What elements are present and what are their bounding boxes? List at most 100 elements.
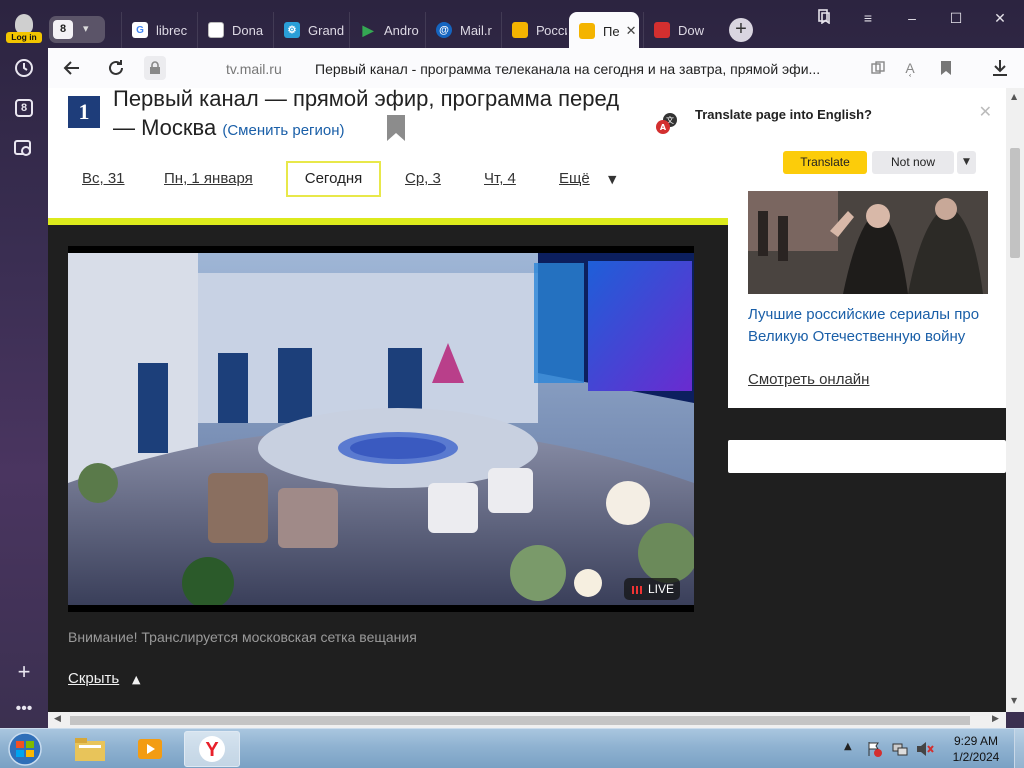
address-url[interactable]: tv.mail.ru (226, 61, 282, 77)
horizontal-scroll-thumb[interactable] (70, 716, 970, 725)
video-frame (68, 253, 694, 605)
browser-window: Log in 8 + ••• 8 ▾ G librec Dona ⚙ Grand… (0, 0, 1024, 728)
title-line-1: Первый канал — прямой эфир, программа пе… (113, 88, 620, 111)
watch-online-link[interactable]: Смотреть онлайн (748, 371, 869, 388)
browser-sidebar: Log in 8 + ••• (0, 0, 48, 728)
bookmarks-panel-icon[interactable] (812, 8, 836, 28)
live-video-player[interactable]: LIVE (68, 246, 694, 612)
action-center-flag-icon[interactable] (866, 741, 882, 757)
login-label: Log in (6, 32, 42, 43)
vertical-scroll-thumb[interactable] (1010, 148, 1020, 258)
site-lock-icon[interactable] (144, 56, 166, 80)
windows-taskbar: Y ▲ 9:29 AM 1/2/2024 (0, 728, 1024, 768)
tab-android[interactable]: ▶ Andro (349, 12, 423, 48)
broadcast-notice: Внимание! Транслируется московская сетка… (68, 629, 417, 645)
translate-prompt: Translate page into English? (695, 107, 872, 122)
change-region-link[interactable]: (Сменить регион) (222, 122, 344, 139)
tabs-counter-button[interactable]: 8 (12, 96, 36, 120)
tray-expand-arrow-icon[interactable]: ▲ (844, 741, 860, 757)
horizontal-scrollbar[interactable]: ◀ ▶ (48, 712, 1006, 728)
yandex-browser-icon[interactable]: Y (184, 731, 240, 767)
tab-rossiya[interactable]: Росси (501, 12, 567, 48)
bookmark-icon[interactable] (934, 56, 958, 80)
tab-group-button[interactable]: 8 ▾ (49, 16, 105, 43)
minimize-icon[interactable]: – (900, 8, 924, 28)
play-store-favicon-icon: ▶ (362, 21, 374, 38)
tab-label: Mail.r (460, 22, 492, 38)
more-dropdown-icon[interactable]: ▼ (608, 173, 616, 186)
svg-text:A: A (660, 123, 667, 132)
page-header: 1 Первый канал — прямой эфир, программа … (48, 88, 728, 218)
tab-label: Пе (603, 23, 620, 39)
download-favicon-icon (654, 22, 670, 38)
scroll-down-arrow-icon[interactable]: ▼ (1011, 696, 1017, 705)
close-window-icon[interactable]: ✕ (988, 8, 1012, 28)
svg-text:Y: Y (205, 739, 219, 761)
history-clock-icon[interactable] (12, 56, 36, 80)
chevron-down-icon: ▾ (83, 22, 89, 35)
screenshot-camera-icon[interactable] (12, 136, 36, 160)
bookmark-ribbon-icon[interactable] (386, 114, 406, 142)
network-icon[interactable] (892, 741, 908, 757)
tab-label: librec (156, 22, 188, 38)
tab-mail[interactable]: @ Mail.r (425, 12, 499, 48)
document-favicon-icon (208, 22, 224, 38)
day-mon-1[interactable]: Пн, 1 января (164, 170, 253, 187)
collapse-arrow-icon[interactable]: ▲ (132, 673, 140, 686)
menu-hamburger-icon[interactable]: ≡ (856, 8, 880, 28)
volume-muted-icon[interactable] (916, 741, 934, 757)
tab-download[interactable]: Dow (643, 12, 717, 48)
explorer-folder-icon[interactable] (62, 731, 118, 767)
translate-options-chevron-icon[interactable]: ▼ (957, 151, 976, 174)
channel-logo: 1 (68, 96, 100, 128)
gear-favicon-icon: ⚙ (284, 22, 300, 38)
back-arrow-icon[interactable] (60, 56, 84, 80)
login-avatar[interactable]: Log in (6, 14, 42, 46)
translate-icon[interactable]: A͔ (898, 56, 922, 80)
page-title: Первый канал — прямой эфир, программа пе… (113, 88, 619, 145)
tab-pervy-active[interactable]: Пе ✕ (569, 12, 639, 50)
add-panel-plus-icon[interactable]: + (12, 659, 36, 684)
tab-label: Grand (308, 22, 345, 38)
tab-librec[interactable]: G librec (121, 12, 195, 48)
user-icon (15, 14, 33, 34)
translate-button[interactable]: Translate (783, 151, 867, 174)
scroll-up-arrow-icon[interactable]: ▲ (1011, 92, 1017, 101)
translate-popup: 文A Translate page into English? ✕ Transl… (638, 90, 1006, 186)
show-desktop-button[interactable] (1014, 729, 1024, 768)
google-favicon-icon: G (132, 22, 148, 38)
media-player-icon[interactable] (122, 731, 178, 767)
download-icon[interactable] (988, 56, 1012, 80)
promo-title-link[interactable]: Лучшие российские сериалы про Великую От… (748, 304, 996, 348)
not-now-button[interactable]: Not now (872, 151, 954, 174)
tab-label: Dow (678, 22, 705, 38)
day-sun-31[interactable]: Вс, 31 (82, 170, 125, 187)
day-today[interactable]: Сегодня (286, 161, 381, 197)
reader-mode-icon[interactable] (866, 56, 890, 80)
promo-image[interactable] (748, 191, 988, 294)
scroll-left-arrow-icon[interactable]: ◀ (54, 714, 61, 724)
tv-favicon-icon (512, 22, 528, 38)
more-dots-icon[interactable]: ••• (12, 697, 36, 721)
tab-grand[interactable]: ⚙ Grand (273, 12, 347, 48)
day-more[interactable]: Ещё (559, 170, 590, 187)
scroll-right-arrow-icon[interactable]: ▶ (992, 714, 999, 724)
tab-donate[interactable]: Dona (197, 12, 271, 48)
reload-icon[interactable] (104, 56, 128, 80)
maximize-icon[interactable]: ☐ (944, 8, 968, 28)
secondary-card (728, 440, 1006, 473)
day-wed-3[interactable]: Ср, 3 (405, 170, 441, 187)
new-tab-plus-icon[interactable]: + (729, 18, 753, 42)
address-toolbar: tv.mail.ru Первый канал - программа теле… (48, 48, 1024, 88)
tab-close-icon[interactable]: ✕ (626, 23, 637, 39)
day-thu-4[interactable]: Чт, 4 (484, 170, 516, 187)
system-clock[interactable]: 9:29 AM 1/2/2024 (944, 733, 1008, 765)
address-page-title[interactable]: Первый канал - программа телеканала на с… (315, 61, 820, 77)
start-button[interactable] (4, 731, 46, 767)
translate-close-icon[interactable]: ✕ (979, 102, 992, 122)
tab-label: Andro (384, 22, 419, 38)
hide-button[interactable]: Скрыть (68, 670, 119, 687)
live-badge: LIVE (624, 578, 680, 600)
tv-favicon-icon (579, 23, 595, 39)
vertical-scrollbar[interactable]: ▲ ▼ (1006, 88, 1024, 712)
